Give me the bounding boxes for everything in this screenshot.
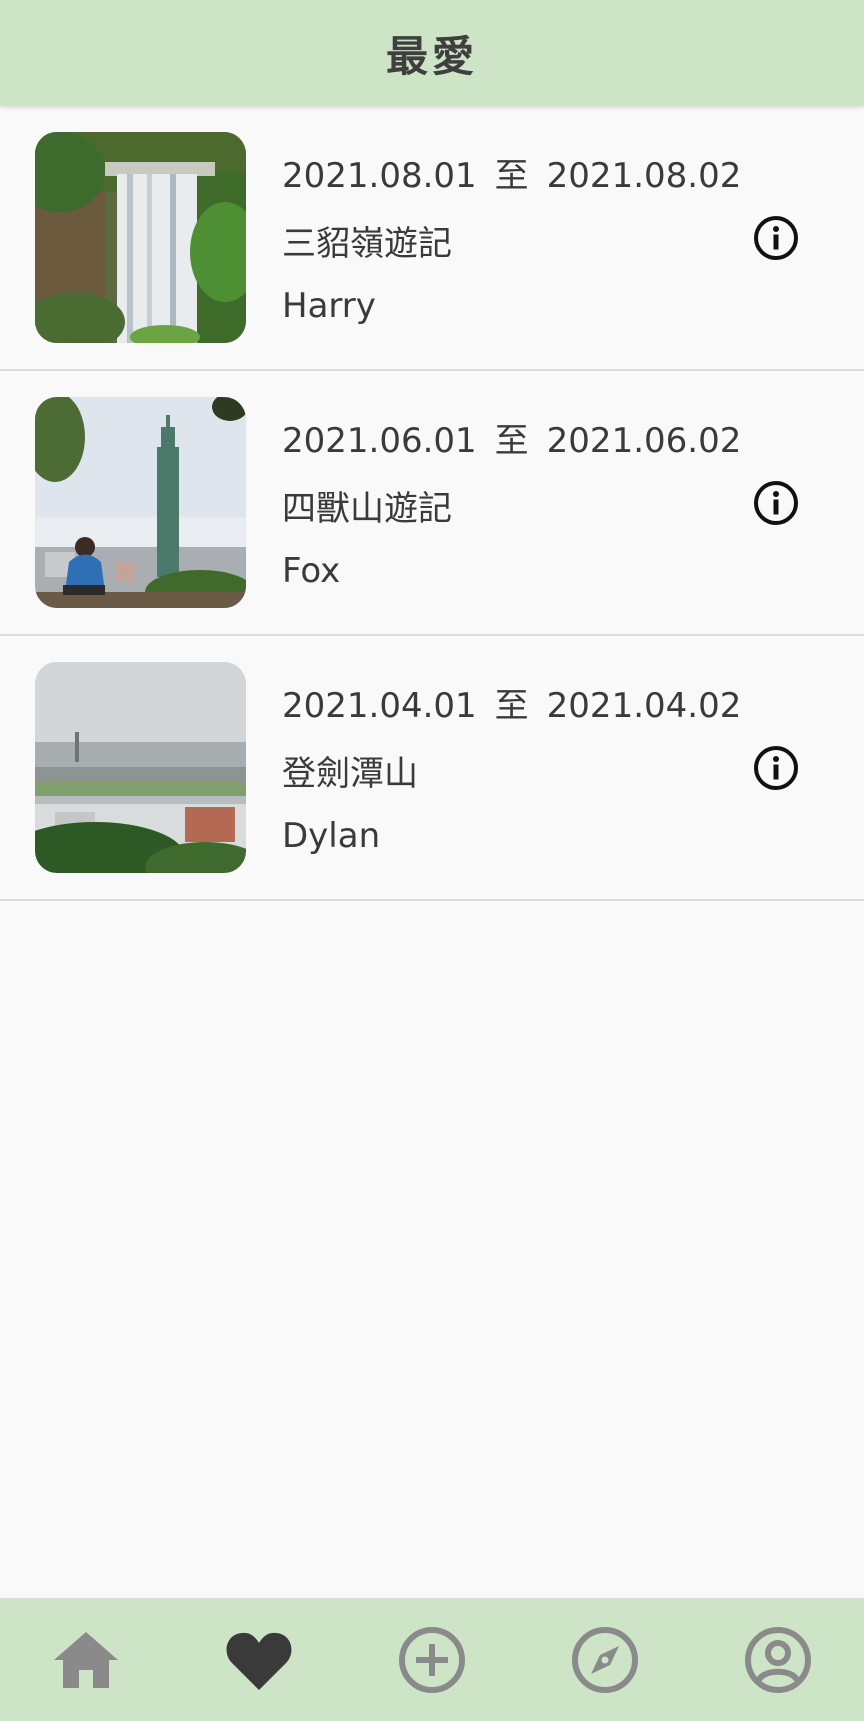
tab-home[interactable] (0, 1598, 173, 1721)
city-view-photo (35, 662, 246, 873)
tab-favorites[interactable] (173, 1598, 346, 1721)
start-date: 2021.08.01 (282, 156, 477, 196)
author-name: Harry (282, 286, 376, 326)
trip-title: 登劍潭山 (282, 754, 418, 794)
date-range: 2021.06.01 至 2021.06.02 (282, 413, 741, 462)
account-icon (744, 1626, 811, 1693)
tab-add[interactable] (346, 1598, 519, 1721)
tab-explore[interactable] (518, 1598, 691, 1721)
page-title: 最愛 (385, 31, 478, 81)
bottom-tab-bar (0, 1598, 864, 1721)
info-icon[interactable] (752, 479, 800, 527)
list-item[interactable]: 2021.08.01 至 2021.08.02 三貂嶺遊記 Harry (0, 106, 864, 371)
date-range: 2021.08.01 至 2021.08.02 (282, 148, 741, 197)
info-icon[interactable] (752, 744, 800, 792)
author-name: Dylan (282, 816, 381, 856)
end-date: 2021.06.02 (546, 421, 742, 461)
date-separator: 至 (494, 421, 529, 461)
home-icon (54, 1631, 119, 1688)
trip-title: 三貂嶺遊記 (282, 224, 452, 264)
add-circle-icon (398, 1626, 465, 1693)
trip-title: 四獸山遊記 (282, 489, 452, 529)
app-header: 最愛 (0, 0, 864, 106)
info-icon[interactable] (752, 214, 800, 262)
list-item[interactable]: 2021.04.01 至 2021.04.02 登劍潭山 Dylan (0, 636, 864, 901)
date-separator: 至 (494, 686, 529, 726)
waterfall-photo (35, 132, 246, 343)
end-date: 2021.04.02 (546, 686, 742, 726)
start-date: 2021.06.01 (282, 421, 477, 461)
tab-profile[interactable] (691, 1598, 864, 1721)
author-name: Fox (282, 551, 341, 591)
heart-icon (226, 1632, 292, 1690)
date-separator: 至 (494, 156, 529, 196)
taipei101-photo (35, 397, 246, 608)
end-date: 2021.08.02 (546, 156, 742, 196)
favorites-list: 2021.08.01 至 2021.08.02 三貂嶺遊記 Harry 2021… (0, 106, 864, 901)
start-date: 2021.04.01 (282, 686, 477, 726)
list-item[interactable]: 2021.06.01 至 2021.06.02 四獸山遊記 Fox (0, 371, 864, 636)
compass-icon (571, 1626, 638, 1693)
date-range: 2021.04.01 至 2021.04.02 (282, 678, 741, 727)
